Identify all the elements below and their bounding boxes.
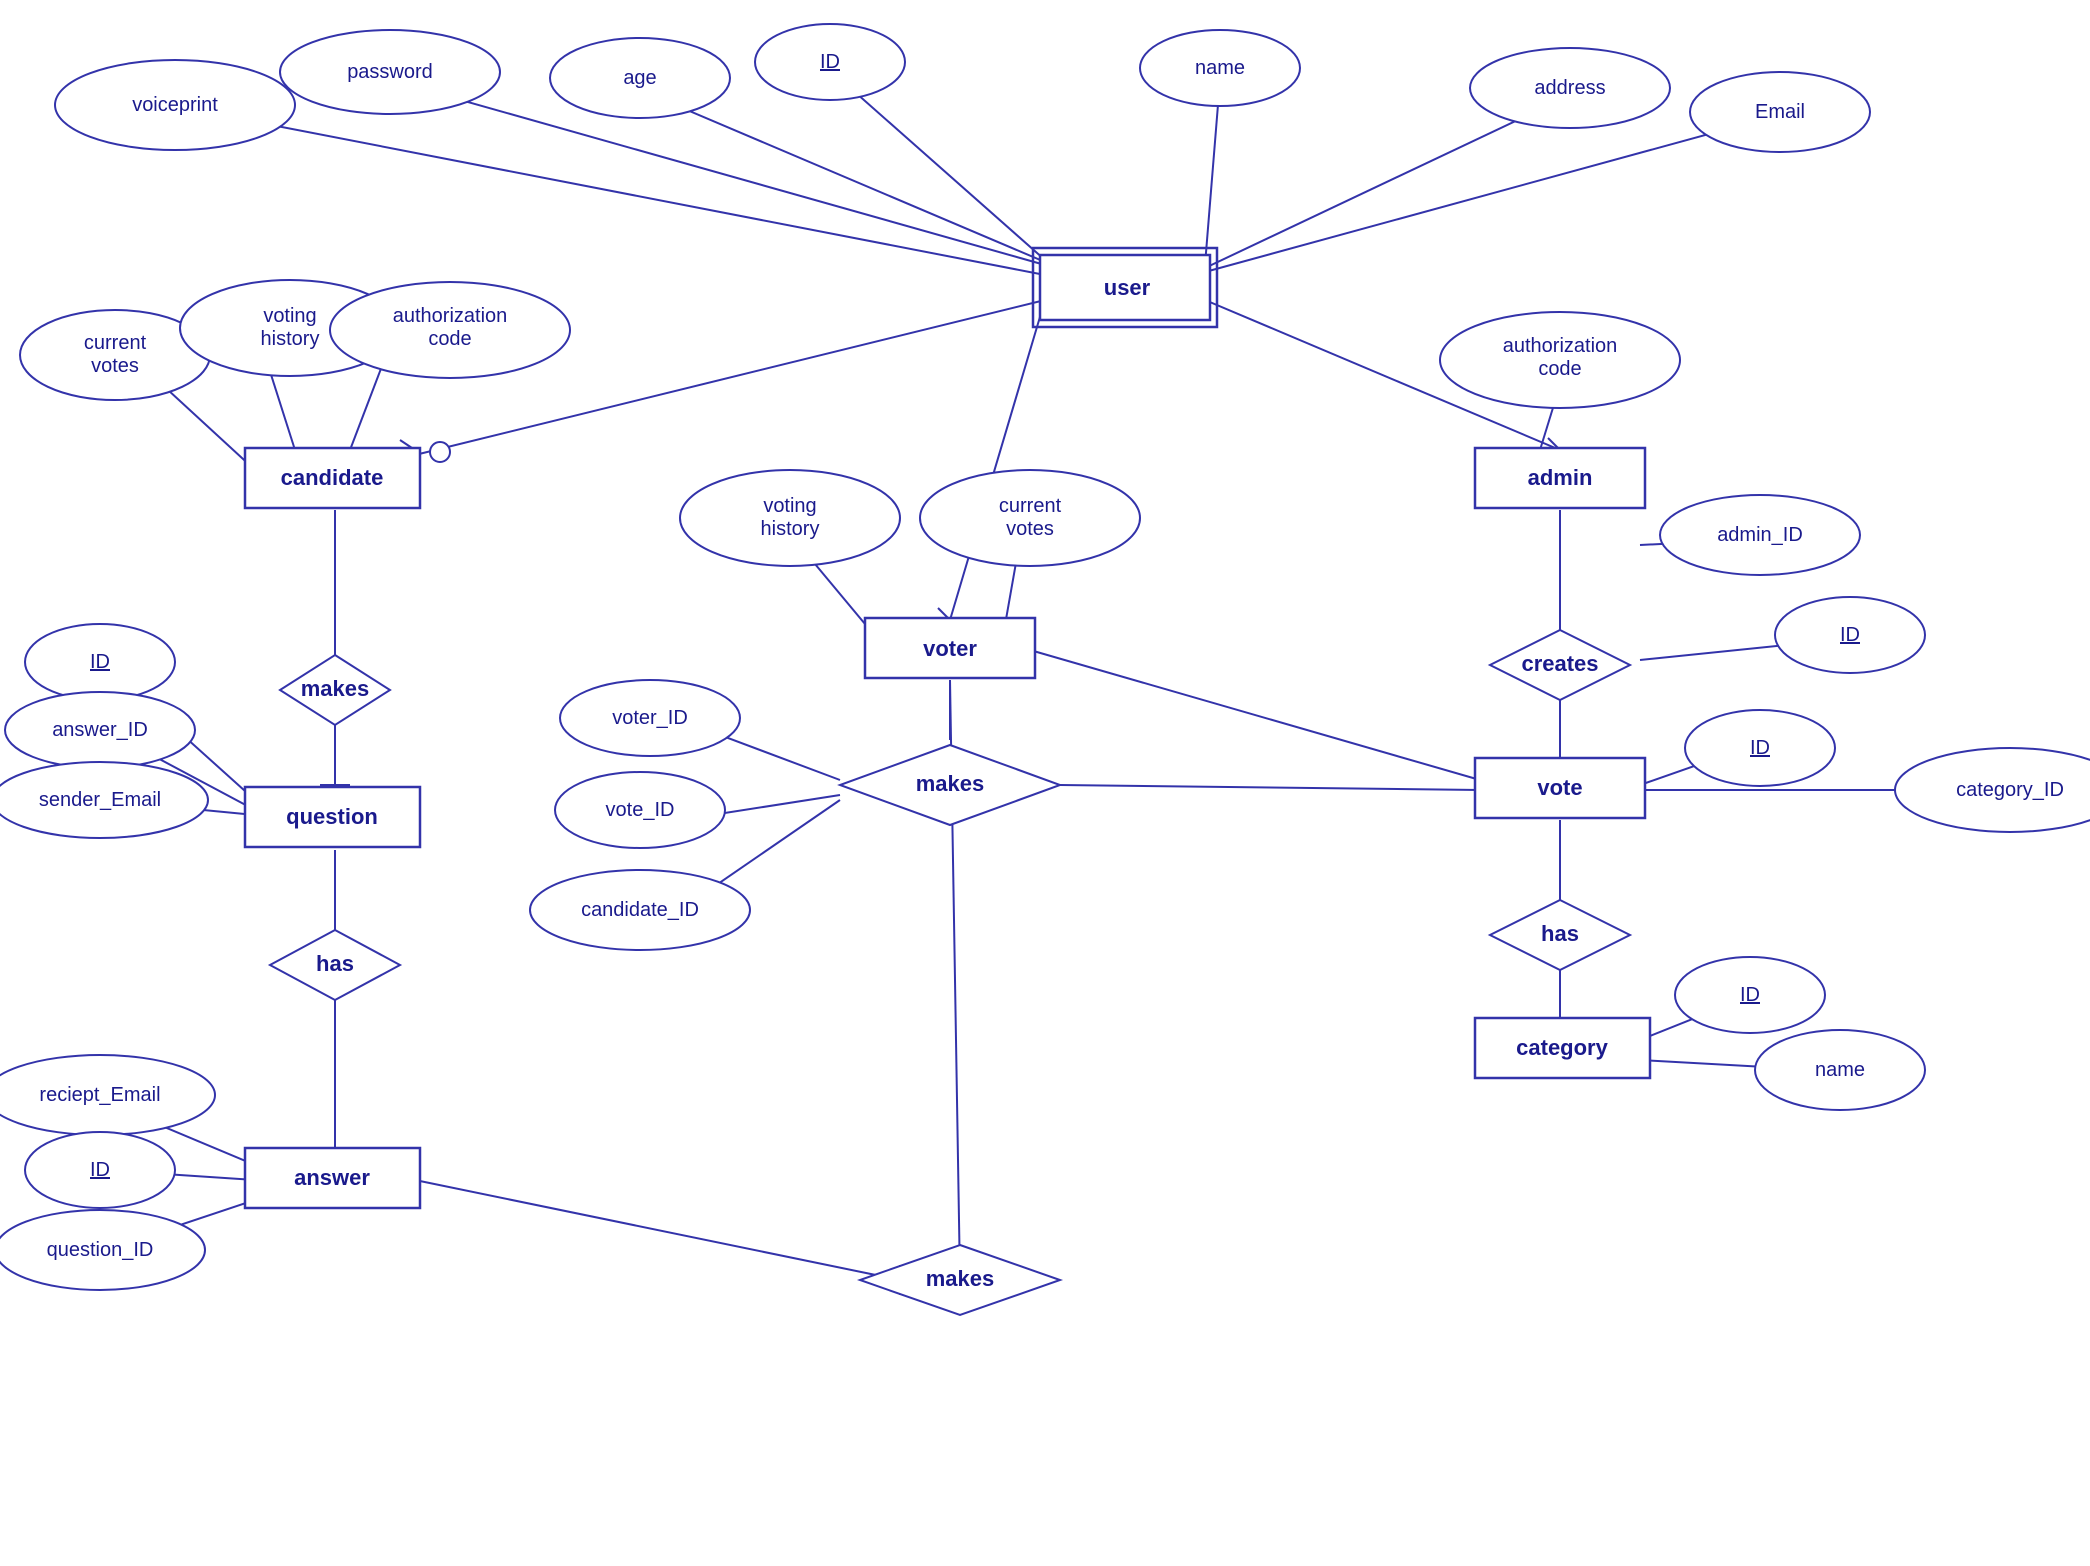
voter-label: voter xyxy=(923,636,977,661)
category-label: category xyxy=(1516,1035,1608,1060)
answer-id-text: answer_ID xyxy=(52,719,148,741)
svg-text:code: code xyxy=(428,328,471,350)
age-text: age xyxy=(623,67,656,89)
user-label: user xyxy=(1104,275,1151,300)
current-votes-voter-text: current xyxy=(999,495,1062,517)
reciept-email-text: reciept_Email xyxy=(39,1084,160,1106)
makes-candidate-label: makes xyxy=(301,676,370,701)
makes-voter-label: makes xyxy=(916,771,985,796)
voiceprint-text: voiceprint xyxy=(132,94,218,116)
category-id-text: category_ID xyxy=(1956,779,2064,801)
svg-text:history: history xyxy=(261,328,320,350)
auth-code-admin-text: authorization xyxy=(1503,335,1618,357)
voting-history-voter-text: voting xyxy=(763,495,816,517)
vote-label: vote xyxy=(1537,775,1582,800)
svg-text:code: code xyxy=(1538,358,1581,380)
svg-text:history: history xyxy=(761,518,820,540)
vote-id2-text: ID xyxy=(1750,737,1770,759)
question-id-text: ID xyxy=(90,651,110,673)
sender-email-text: sender_Email xyxy=(39,789,161,811)
admin-label: admin xyxy=(1528,465,1593,490)
voter-id-text: voter_ID xyxy=(612,707,688,729)
question-id2-text: question_ID xyxy=(47,1239,154,1261)
address-text: address xyxy=(1534,77,1605,99)
current-votes-cand-text: current xyxy=(84,332,147,354)
has-question-label: has xyxy=(316,951,354,976)
voting-history-cand-text: voting xyxy=(263,305,316,327)
makes-answer-label: makes xyxy=(926,1266,995,1291)
answer-id2-text: ID xyxy=(90,1159,110,1181)
admin-id-text: admin_ID xyxy=(1717,524,1803,546)
cat-id-text: ID xyxy=(1740,984,1760,1006)
auth-code-cand-text: authorization xyxy=(393,305,508,327)
question-label: question xyxy=(286,804,378,829)
creates-label: creates xyxy=(1521,651,1598,676)
email-text: Email xyxy=(1755,101,1805,123)
id-text: ID xyxy=(820,51,840,73)
er-diagram: user candidate voter admin vote question… xyxy=(0,0,2090,1566)
answer-label: answer xyxy=(294,1165,370,1190)
vote-id-text: vote_ID xyxy=(606,799,675,821)
candidate-label: candidate xyxy=(281,465,384,490)
svg-text:votes: votes xyxy=(1006,518,1054,540)
candidate-id-text: candidate_ID xyxy=(581,899,699,921)
svg-text:votes: votes xyxy=(91,355,139,377)
password-text: password xyxy=(347,61,433,83)
has-vote-label: has xyxy=(1541,921,1579,946)
name-text: name xyxy=(1195,57,1245,79)
cat-name-text: name xyxy=(1815,1059,1865,1081)
creates-id-text: ID xyxy=(1840,624,1860,646)
